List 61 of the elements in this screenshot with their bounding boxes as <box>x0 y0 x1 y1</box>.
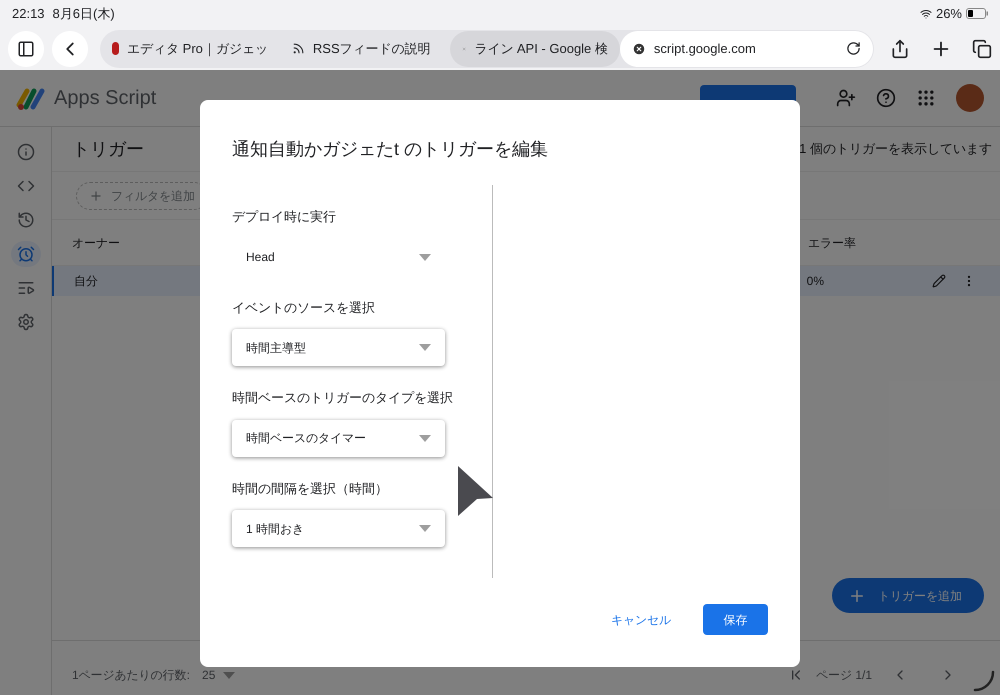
field-label: イベントのソースを選択 <box>232 298 376 316</box>
sidebar-icon <box>16 40 35 58</box>
browser-tab[interactable]: script.google.com <box>620 30 874 66</box>
share-icon[interactable] <box>890 38 910 58</box>
save-button[interactable]: 保存 <box>703 604 768 635</box>
table-cell-text: 自分 <box>74 273 98 290</box>
tab-title: エディタ Pro｜ガジェッ <box>127 40 268 58</box>
dropdown-caret-icon <box>419 254 431 260</box>
field-label: デプロイ時に実行 <box>232 208 337 226</box>
reload-icon[interactable] <box>846 41 862 56</box>
tab-title: ライン API - Google 検 <box>474 40 608 58</box>
loading-spinner-icon <box>973 670 995 692</box>
browser-tab[interactable]: ライン API - Google 検 <box>450 30 620 66</box>
site-icon <box>112 42 120 55</box>
trigger-count: 1 個のトリガーを表示しています <box>799 140 992 158</box>
select-field[interactable]: Head <box>232 238 445 276</box>
help-icon[interactable] <box>876 88 896 108</box>
dialog-title: 通知自動かガジェたt のトリガーを編集 <box>232 138 550 161</box>
dropdown-caret-icon <box>419 525 431 532</box>
edit-icon[interactable] <box>932 274 946 288</box>
field-label: 時間ベースのトリガーのタイプを選択 <box>232 389 454 407</box>
info-icon <box>16 143 34 161</box>
settings-icon <box>16 313 34 331</box>
page-title: トリガー <box>72 138 144 160</box>
executions-icon <box>16 279 34 297</box>
select-field[interactable]: 時間ベースのタイマー <box>232 420 445 456</box>
wifi-icon <box>920 8 932 20</box>
column-header: エラー率 <box>808 234 856 252</box>
dropdown-caret-icon <box>419 344 431 351</box>
plus-icon <box>89 188 103 202</box>
tabs-icon[interactable] <box>972 38 992 58</box>
table-cell-text: 0% <box>806 273 824 290</box>
page-indicator: ページ 1/1 <box>816 667 872 684</box>
rows-per-page-label: 1ページあたりの行数: <box>72 667 190 684</box>
column-header: オーナー <box>72 234 120 252</box>
site-icon <box>632 42 646 56</box>
status-date: 8月6日(木) <box>52 4 115 23</box>
field-label: 時間の間隔を選択（時間） <box>232 480 389 498</box>
browser-tab[interactable]: RSSフィードの説明 <box>280 30 450 66</box>
apps-grid-icon[interactable] <box>916 88 936 108</box>
rail-button[interactable] <box>10 241 40 267</box>
tab-title: RSSフィードの説明 <box>312 40 431 58</box>
select-field[interactable]: 1 時間おき <box>232 510 445 547</box>
triggers-icon <box>16 245 34 263</box>
caret-icon <box>223 672 236 678</box>
status-time: 22:13 <box>12 4 45 23</box>
pointer-cursor-icon <box>457 465 494 517</box>
add-user-icon[interactable] <box>836 88 856 108</box>
site-icon <box>292 42 305 55</box>
select-field[interactable]: 時間主導型 <box>232 329 445 366</box>
cancel-button[interactable]: キャンセル <box>611 610 671 628</box>
history-icon <box>16 211 34 229</box>
product-name: Apps Script <box>54 86 156 111</box>
status-battery: 26% <box>936 4 962 23</box>
browser-tab[interactable]: エディタ Pro｜ガジェッ <box>100 30 280 66</box>
avatar[interactable] <box>956 84 984 112</box>
sidebar-button[interactable] <box>8 30 44 66</box>
tab-title: script.google.com <box>654 40 756 58</box>
dropdown-caret-icon <box>419 434 431 442</box>
battery-icon <box>966 8 988 19</box>
back-button[interactable] <box>52 30 88 66</box>
